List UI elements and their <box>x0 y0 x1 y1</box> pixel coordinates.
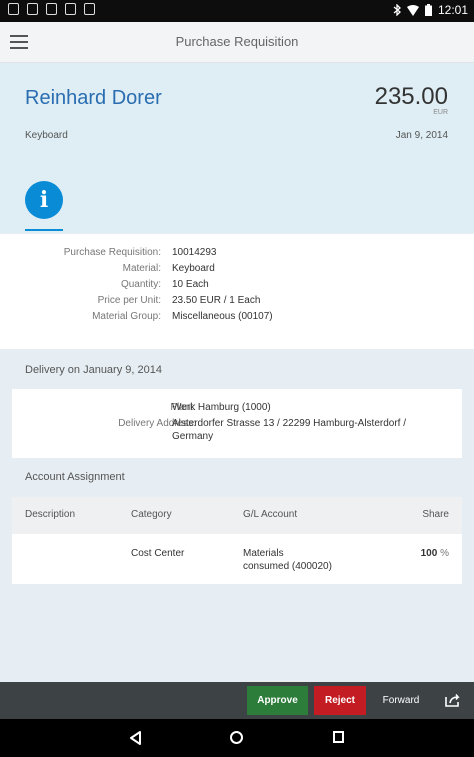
detail-value: 10 Each <box>172 279 209 290</box>
status-time: 12:01 <box>437 3 468 17</box>
cell-gl-account-line-2: consumed (400020) <box>243 561 332 572</box>
detail-label: Quantity: <box>120 279 161 290</box>
address-line-2: Germany <box>172 431 214 442</box>
sd-card-icon <box>27 3 38 15</box>
delivery-section-title: Delivery on January 9, 2014 <box>25 364 162 376</box>
home-icon[interactable] <box>230 731 243 744</box>
total-amount: 235.00 <box>374 83 448 110</box>
cell-category: Cost Center <box>131 548 185 559</box>
table-row: Cost Center Materials consumed (400020) … <box>12 534 462 584</box>
column-header-share: Share <box>422 509 449 520</box>
battery-icon <box>424 4 432 16</box>
usb-icon <box>65 3 76 15</box>
detail-value: Keyboard <box>172 263 215 274</box>
address-line-1: Alsterdorfer Strasse 13 / 22299 Hamburg-… <box>172 418 406 429</box>
share-unit: % <box>440 548 449 559</box>
column-header-gl-account: G/L Account <box>243 509 298 520</box>
forward-button[interactable]: Forward <box>375 686 427 715</box>
plant-value: Werk Hamburg (1000) <box>172 402 271 413</box>
currency-label: EUR <box>433 109 448 116</box>
status-icons-left <box>8 3 95 15</box>
item-name: Keyboard <box>25 130 68 141</box>
column-header-category: Category <box>131 509 172 520</box>
recent-apps-icon[interactable] <box>333 731 344 743</box>
share-value: 100 <box>420 548 438 559</box>
cell-gl-account: Materials <box>243 548 284 559</box>
detail-label: Material: <box>122 263 161 274</box>
footer-toolbar: Approve Reject Forward <box>0 682 474 719</box>
detail-value: Miscellaneous (00107) <box>172 311 273 322</box>
share-icon[interactable] <box>445 693 461 707</box>
approve-button[interactable]: Approve <box>247 686 308 715</box>
page-title: Purchase Requisition <box>175 34 299 49</box>
notification-icon <box>8 3 19 15</box>
column-header-description: Description <box>25 509 76 520</box>
detail-label: Price per Unit: <box>97 295 161 306</box>
camera-icon <box>46 3 57 15</box>
account-section-title: Account Assignment <box>25 471 125 483</box>
account-table-header: Description Category G/L Account Share <box>12 497 462 534</box>
info-icon[interactable]: i <box>25 181 63 219</box>
detail-label: Purchase Requisition: <box>63 247 161 258</box>
document-date: Jan 9, 2014 <box>395 130 448 141</box>
status-bar: 12:01 <box>0 0 474 22</box>
app-bar: Purchase Requisition <box>0 22 474 63</box>
tab-selected-indicator <box>25 229 63 231</box>
app-icon <box>84 3 95 15</box>
object-header: Reinhard Dorer 235.00 EUR Keyboard Jan 9… <box>0 63 474 233</box>
system-nav-bar <box>0 719 474 757</box>
reject-button[interactable]: Reject <box>314 686 366 715</box>
cell-share: 100 % <box>421 548 449 559</box>
wifi-icon <box>406 4 419 16</box>
status-icons-right: 12:01 <box>393 3 468 17</box>
back-icon[interactable] <box>129 731 142 745</box>
delivery-card: Plant: Werk Hamburg (1000) Delivery Addr… <box>12 389 462 458</box>
detail-label: Material Group: <box>92 311 161 322</box>
requester-name: Reinhard Dorer <box>25 87 162 109</box>
info-details-panel: Purchase Requisition: 10014293 Material:… <box>0 234 474 349</box>
bluetooth-icon <box>393 4 401 16</box>
detail-value: 23.50 EUR / 1 Each <box>172 295 261 306</box>
detail-value: 10014293 <box>172 247 217 258</box>
